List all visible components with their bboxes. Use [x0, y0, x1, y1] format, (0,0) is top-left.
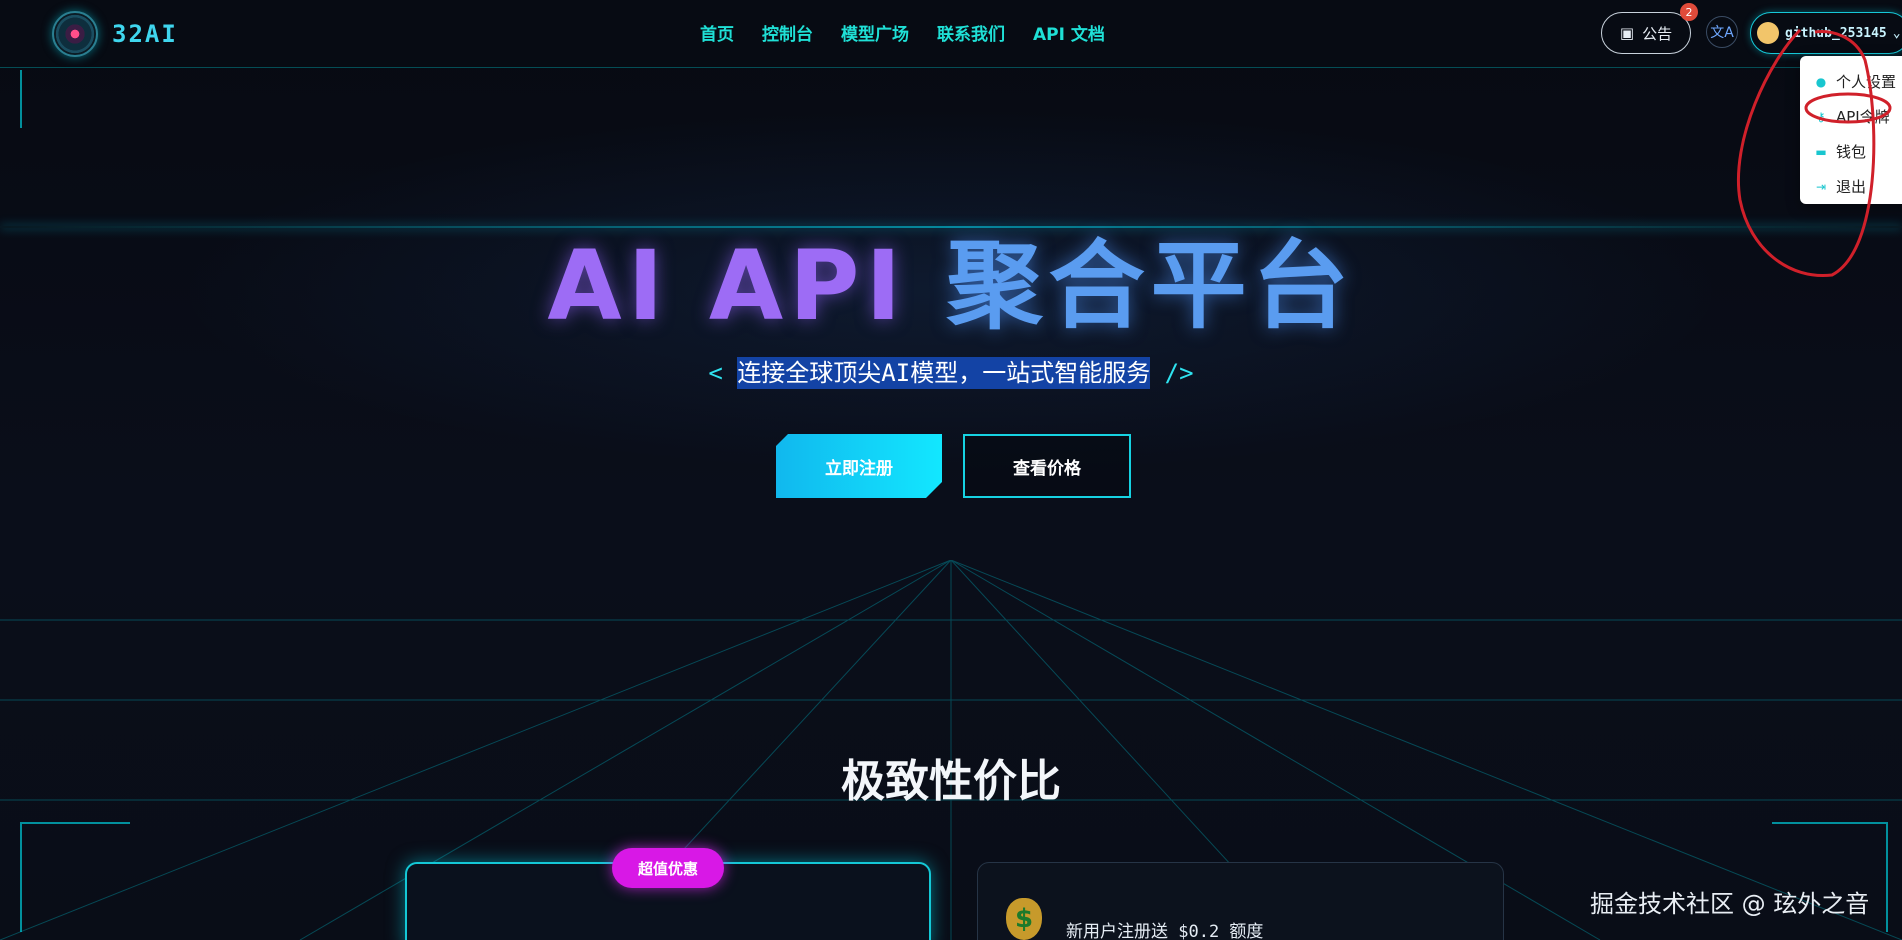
corner-frame-top-left [20, 70, 22, 128]
user-icon: ● [1815, 74, 1827, 89]
logout-icon: ⇥ [1815, 179, 1827, 194]
notice-icon: ▣ [1619, 24, 1635, 42]
hero-title-cn: 聚合平台 [946, 230, 1355, 342]
language-switch-button[interactable]: 文A [1706, 16, 1738, 48]
signup-bonus-text: 新用户注册送 $0.2 额度 [1066, 922, 1264, 940]
hero-subtitle: < 连接全球顶尖AI模型，一站式智能服务 /> [0, 353, 1902, 389]
top-navbar: 32AI 首页 控制台 模型广场 联系我们 API 文档 ▣ 公告 2 文A g… [0, 0, 1902, 68]
logo[interactable]: 32AI [52, 11, 178, 57]
notice-label: 公告 [1642, 24, 1673, 43]
nav-contact[interactable]: 联系我们 [937, 20, 1005, 45]
subtitle-text: 连接全球顶尖AI模型，一站式智能服务 [737, 357, 1151, 389]
translate-icon: 文A [1710, 25, 1734, 41]
subtitle-prefix: < [708, 359, 738, 387]
user-dropdown-menu: ● 个人设置 ⚷ API令牌 ▬ 钱包 ⇥ 退出 [1800, 56, 1902, 204]
username: github_253145 [1785, 25, 1887, 41]
menu-item-label: API令牌 [1836, 108, 1890, 126]
logo-icon [52, 11, 98, 57]
menu-item-label: 退出 [1836, 178, 1867, 196]
nav-home[interactable]: 首页 [700, 20, 734, 45]
corner-frame-bottom-left [20, 822, 130, 932]
notice-button[interactable]: ▣ 公告 [1601, 12, 1691, 54]
nav-models[interactable]: 模型广场 [841, 20, 909, 45]
view-pricing-button[interactable]: 查看价格 [963, 434, 1131, 498]
menu-item-label: 钱包 [1836, 143, 1867, 161]
nav-console[interactable]: 控制台 [762, 20, 813, 45]
menu-item-logout[interactable]: ⇥ 退出 [1800, 169, 1902, 204]
watermark: 掘金技术社区 @ 玹外之音 [1590, 890, 1870, 918]
wallet-icon: ▬ [1815, 144, 1827, 159]
user-menu-button[interactable]: github_253145 ⌄ [1750, 12, 1902, 54]
deal-badge: 超值优惠 [612, 848, 724, 888]
register-button[interactable]: 立即注册 [776, 434, 942, 498]
logo-text: 32AI [112, 20, 178, 48]
subtitle-suffix: /> [1150, 359, 1194, 387]
section-title: 极致性价比 [841, 756, 1061, 807]
hero-title: AI API 聚合平台 [0, 208, 1902, 347]
key-icon: ⚷ [1816, 109, 1826, 124]
nav-api-docs[interactable]: API 文档 [1033, 20, 1105, 45]
hero-title-en: AI API [547, 230, 908, 342]
avatar [1757, 22, 1779, 44]
menu-item-settings[interactable]: ● 个人设置 [1800, 64, 1902, 99]
notice-count-badge: 2 [1680, 3, 1698, 21]
money-bag-icon: $ [1006, 898, 1042, 940]
menu-item-api-token[interactable]: ⚷ API令牌 [1800, 99, 1902, 134]
menu-item-label: 个人设置 [1836, 73, 1897, 91]
main-nav: 首页 控制台 模型广场 联系我们 API 文档 [700, 20, 1105, 45]
menu-item-wallet[interactable]: ▬ 钱包 [1800, 134, 1902, 169]
chevron-down-icon: ⌄ [1892, 25, 1901, 41]
